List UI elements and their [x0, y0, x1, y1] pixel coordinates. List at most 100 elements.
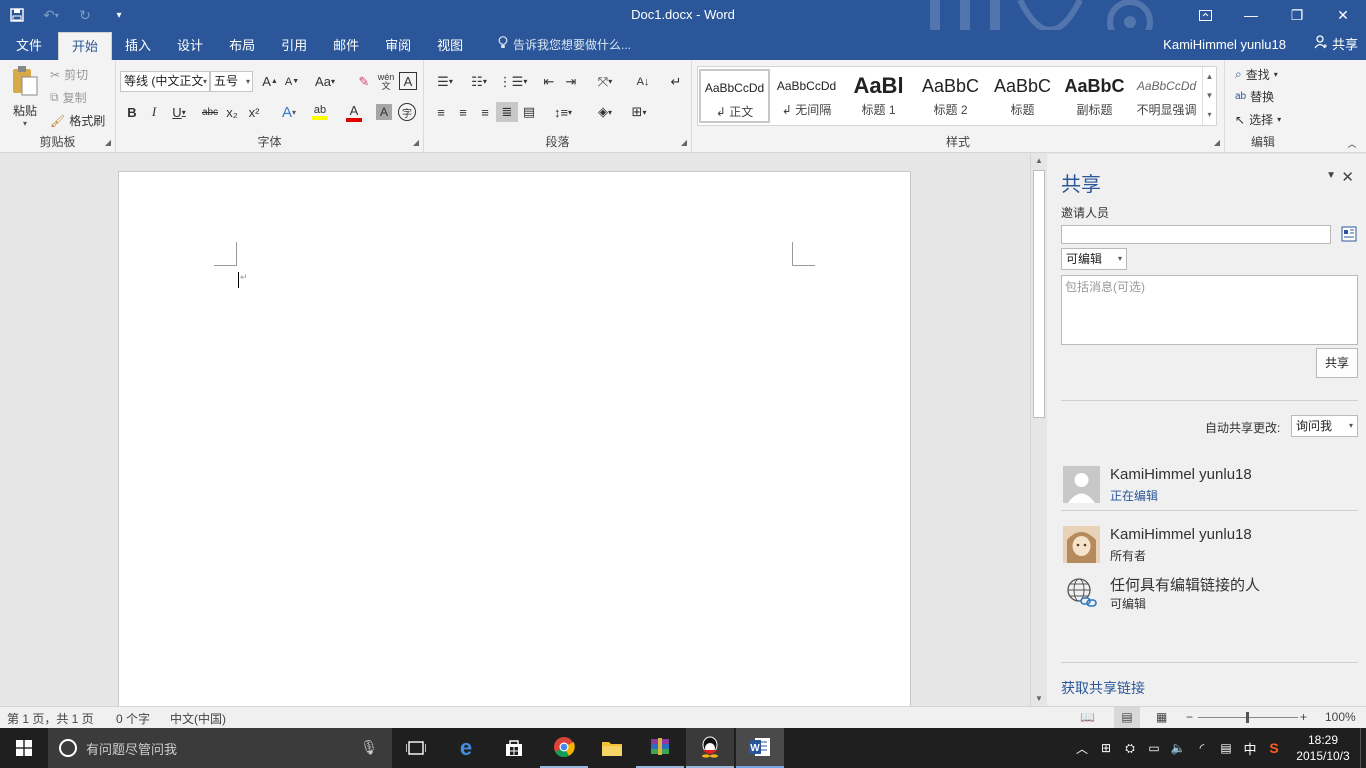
text-effects-icon[interactable]: A ▾: [276, 102, 302, 122]
replace-button[interactable]: ab 替换: [1235, 88, 1274, 105]
vertical-scrollbar[interactable]: ▲ ▼: [1030, 154, 1046, 706]
grow-font-icon[interactable]: A ▲: [260, 71, 280, 92]
file-explorer-icon[interactable]: [588, 728, 636, 768]
microphone-icon[interactable]: 🎙: [360, 739, 378, 756]
message-input[interactable]: 包括消息(可选): [1061, 275, 1358, 345]
format-painter-button[interactable]: 🖌 格式刷: [50, 112, 105, 129]
tab-insert[interactable]: 插入: [112, 32, 164, 60]
chrome-icon[interactable]: [540, 728, 588, 768]
wifi-icon[interactable]: ◜: [1190, 741, 1214, 755]
strikethrough-button[interactable]: abc: [198, 102, 222, 122]
customize-qat-icon[interactable]: ▾: [102, 0, 136, 30]
increase-indent-icon[interactable]: ⇥: [560, 71, 582, 92]
gallery-more-icon[interactable]: ▾: [1203, 105, 1216, 124]
bullets-icon[interactable]: ☰ ▾: [430, 71, 460, 92]
tab-file[interactable]: 文件: [0, 32, 58, 60]
sogou-ime-icon[interactable]: S: [1262, 740, 1286, 756]
gallery-scroll[interactable]: ▲ ▼ ▾: [1202, 67, 1216, 125]
sort-icon[interactable]: A↓: [632, 71, 654, 92]
align-left-icon[interactable]: ≡: [430, 102, 452, 122]
font-color-icon[interactable]: A: [340, 102, 368, 122]
zoom-level[interactable]: 100%: [1325, 710, 1356, 724]
action-center-icon[interactable]: ▤: [1214, 741, 1238, 755]
print-layout-icon[interactable]: ▤: [1114, 707, 1140, 728]
show-hidden-icons-icon[interactable]: ︿: [1070, 740, 1094, 757]
copy-button[interactable]: ⧉ 复制: [50, 89, 87, 106]
style-title[interactable]: AaBbC 标题: [987, 69, 1058, 123]
style-normal[interactable]: AaBbCcDd ↲ 正文: [699, 69, 770, 123]
align-center-icon[interactable]: ≡: [452, 102, 474, 122]
address-book-icon[interactable]: [1340, 225, 1358, 243]
person-anyone-with-link[interactable]: 任何具有编辑链接的人 可编辑: [1061, 574, 1361, 614]
gallery-down-icon[interactable]: ▼: [1203, 86, 1216, 105]
auto-share-select[interactable]: 询问我 ▾: [1291, 415, 1358, 437]
battery-icon[interactable]: ▭: [1142, 741, 1166, 755]
zoom-in-icon[interactable]: +: [1300, 710, 1307, 724]
underline-button[interactable]: U ▾: [166, 102, 192, 122]
ribbon-display-options-icon[interactable]: [1182, 0, 1228, 30]
font-size-combo[interactable]: 五号 ▾: [210, 71, 253, 92]
close-pane-icon[interactable]: ✕: [1341, 168, 1354, 186]
chinese-layout-icon[interactable]: ⤧ ▾: [590, 71, 620, 92]
close-icon[interactable]: ✕: [1320, 0, 1366, 30]
document-area[interactable]: ↵: [0, 154, 1030, 711]
word-taskbar-icon[interactable]: W: [736, 728, 784, 768]
qq-icon[interactable]: [686, 728, 734, 768]
zoom-slider-thumb[interactable]: [1246, 712, 1249, 723]
shrink-font-icon[interactable]: A ▼: [282, 71, 302, 92]
tab-review[interactable]: 审阅: [372, 32, 424, 60]
tab-design[interactable]: 设计: [164, 32, 216, 60]
font-launcher-icon[interactable]: ◢: [413, 138, 419, 147]
task-view-icon[interactable]: [392, 728, 440, 768]
tray-network-app-icon[interactable]: ⛭: [1118, 741, 1142, 756]
language[interactable]: 中文(中国): [170, 710, 226, 727]
multilevel-list-icon[interactable]: ⋮☰ ▾: [498, 71, 528, 92]
undo-icon[interactable]: ↶ ▾: [34, 0, 68, 30]
font-name-combo[interactable]: 等线 (中文正文 ▾: [120, 71, 210, 92]
shading-icon[interactable]: ◈ ▾: [590, 102, 620, 122]
find-button[interactable]: ⌕ 查找 ▾: [1235, 66, 1278, 83]
subscript-button[interactable]: x₂: [222, 102, 242, 122]
scroll-down-icon[interactable]: ▼: [1031, 692, 1047, 706]
account-name[interactable]: KamiHimmel yunlu18: [1163, 30, 1286, 60]
save-icon[interactable]: [0, 0, 34, 30]
minimize-icon[interactable]: —: [1228, 0, 1274, 30]
get-share-link[interactable]: 获取共享链接: [1061, 678, 1145, 698]
person-owner[interactable]: KamiHimmel yunlu18 所有者: [1061, 526, 1361, 566]
word-count[interactable]: 0 个字: [116, 710, 150, 727]
align-right-icon[interactable]: ≡: [474, 102, 496, 122]
style-heading-2[interactable]: AaBbC 标题 2: [915, 69, 986, 123]
share-button[interactable]: 共享: [1314, 30, 1358, 60]
taskbar-search-box[interactable]: 有问题尽管问我 🎙: [48, 728, 392, 768]
style-heading-1[interactable]: AaBl 标题 1: [843, 69, 914, 123]
document-page[interactable]: ↵: [118, 171, 911, 711]
borders-icon[interactable]: ⊞ ▾: [624, 102, 654, 122]
italic-button[interactable]: I: [144, 102, 164, 122]
bold-button[interactable]: B: [122, 102, 142, 122]
paragraph-launcher-icon[interactable]: ◢: [681, 138, 687, 147]
phonetic-guide-button[interactable]: wén 文: [375, 71, 397, 92]
share-submit-button[interactable]: 共享: [1316, 348, 1358, 378]
tray-app-icon[interactable]: ⊞: [1094, 741, 1118, 755]
tab-references[interactable]: 引用: [268, 32, 320, 60]
line-spacing-icon[interactable]: ↕≡ ▾: [548, 102, 578, 122]
restore-icon[interactable]: ❐: [1274, 0, 1320, 30]
clipboard-launcher-icon[interactable]: ◢: [105, 138, 111, 147]
scroll-up-icon[interactable]: ▲: [1031, 154, 1047, 168]
select-button[interactable]: ↖ 选择 ▾: [1235, 111, 1281, 128]
clear-formatting-icon[interactable]: ✎: [354, 71, 374, 92]
gallery-up-icon[interactable]: ▲: [1203, 67, 1216, 86]
collapse-ribbon-icon[interactable]: ︿: [1344, 136, 1360, 150]
edge-browser-icon[interactable]: e: [442, 728, 490, 768]
show-marks-icon[interactable]: ↵: [666, 71, 686, 92]
styles-launcher-icon[interactable]: ◢: [1214, 138, 1220, 147]
distributed-icon[interactable]: ▤: [518, 102, 540, 122]
web-layout-icon[interactable]: ▦: [1156, 710, 1167, 724]
clock[interactable]: 18:29 2015/10/3: [1286, 732, 1360, 764]
tab-home[interactable]: 开始: [58, 32, 113, 60]
tab-layout[interactable]: 布局: [216, 32, 268, 60]
archive-app-icon[interactable]: [636, 728, 684, 768]
redo-icon[interactable]: ↻: [68, 0, 102, 30]
cut-button[interactable]: ✂ 剪切: [50, 66, 88, 83]
permission-select[interactable]: 可编辑 ▾: [1061, 248, 1127, 270]
